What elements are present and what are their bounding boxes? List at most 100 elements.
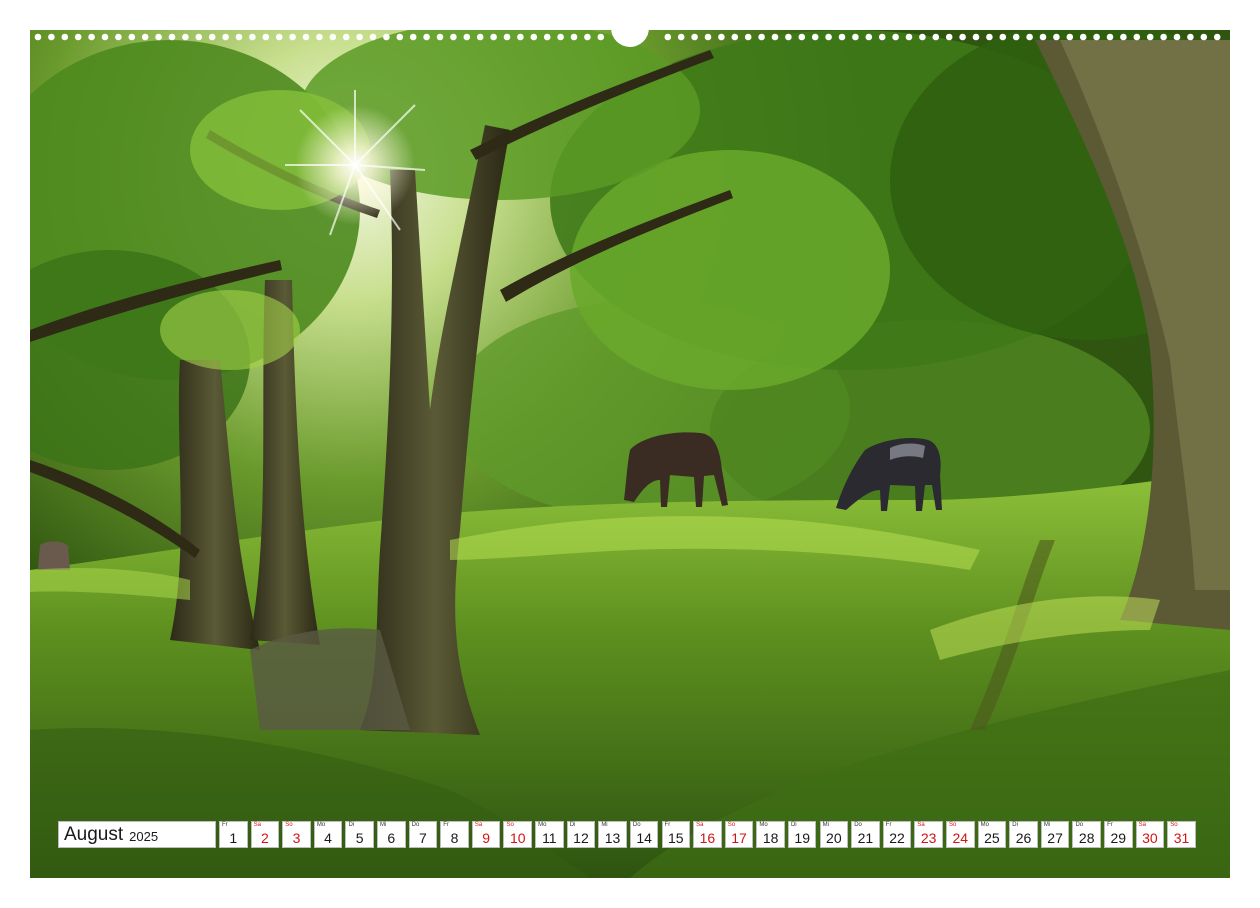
day-cell: Mi 6 <box>377 821 406 848</box>
binding-hole <box>771 33 779 41</box>
day-number: 17 <box>731 830 747 846</box>
binding-hole <box>878 33 886 41</box>
day-cell: So 3 <box>282 821 311 848</box>
weekday-label: Mo <box>538 822 547 828</box>
day-number: 24 <box>952 830 969 846</box>
binding-hole <box>691 33 698 41</box>
binding-hole <box>396 33 404 41</box>
binding-hole <box>1133 33 1141 41</box>
calendar-page: August 2025 Fr 1 Sa 2 So 3 Mo 4 Di 5 Mi 6 Do 7 Fr 8 Sa 9 S… <box>0 0 1260 908</box>
day-cell: Fr 29 <box>1104 821 1133 848</box>
binding-hole <box>503 33 511 41</box>
binding-hole <box>798 33 806 41</box>
binding-hole <box>570 33 578 41</box>
weekday-label: Sa <box>696 822 704 828</box>
binding-hole <box>476 33 484 41</box>
day-number: 15 <box>667 830 684 846</box>
binding-hole <box>758 33 765 41</box>
day-number: 18 <box>762 830 779 846</box>
binding-hole <box>517 33 524 41</box>
binding-hole <box>731 33 739 41</box>
binding-hole <box>972 33 980 41</box>
binding-hole <box>34 33 42 41</box>
binding-hole <box>905 33 913 41</box>
binding-hole <box>718 33 725 41</box>
binding-hole <box>1120 33 1127 41</box>
weekday-label: Fr <box>443 822 449 828</box>
binding-hole <box>88 33 95 41</box>
binding-hole <box>838 33 846 41</box>
weekday-label: Mo <box>759 822 768 828</box>
day-number: 19 <box>794 830 810 846</box>
binding-hole <box>195 33 203 41</box>
binding-hole <box>101 33 109 41</box>
day-cell: Sa 2 <box>250 821 280 848</box>
binding-hole <box>450 33 457 41</box>
weekday-label: Do <box>1075 822 1084 828</box>
binding-hole <box>811 33 819 41</box>
weekday-label: Do <box>854 822 862 828</box>
binding-hole <box>1200 33 1208 41</box>
weekday-label: Mi <box>380 822 387 828</box>
day-number: 26 <box>1015 830 1032 846</box>
binding-hole <box>852 33 859 41</box>
weekday-label: Fr <box>1107 822 1113 828</box>
day-number: 7 <box>419 830 427 846</box>
binding-hole <box>329 33 337 41</box>
weekday-label: So <box>506 822 514 828</box>
day-cell: Do 28 <box>1072 821 1101 848</box>
binding-hole <box>155 33 162 41</box>
binding-hole <box>584 33 591 41</box>
day-number: 2 <box>260 830 269 846</box>
binding-hole <box>168 33 176 41</box>
binding-hole <box>423 33 430 41</box>
binding-hole <box>677 33 685 41</box>
binding-hole <box>919 33 926 41</box>
day-cell: Mo 4 <box>313 821 343 848</box>
day-number: 3 <box>292 830 301 846</box>
binding-hole <box>597 33 605 41</box>
day-cell: Sa 16 <box>693 821 722 848</box>
binding-hole <box>182 33 189 41</box>
weekday-label: Fr <box>664 822 671 828</box>
day-number: 30 <box>1142 830 1158 846</box>
day-cell: Sa 30 <box>1135 821 1165 848</box>
binding-hole <box>61 33 69 41</box>
day-number: 14 <box>636 830 652 846</box>
day-number: 29 <box>1110 830 1127 846</box>
binding-hole <box>1039 33 1047 41</box>
day-number: 31 <box>1173 830 1190 846</box>
day-number: 4 <box>324 830 332 846</box>
binding-hole <box>1093 33 1100 41</box>
day-number: 21 <box>857 830 874 846</box>
binding-hole <box>409 33 417 41</box>
month-year: 2025 <box>129 829 159 844</box>
day-cell: Mi 27 <box>1040 821 1070 848</box>
day-cell: Fr 22 <box>882 821 912 848</box>
binding-hole <box>249 33 256 41</box>
day-number: 8 <box>450 830 459 846</box>
binding-hole <box>865 33 873 41</box>
binding-hole <box>369 33 377 41</box>
day-cell: Fr 15 <box>661 821 691 848</box>
weekday-label: So <box>727 822 736 828</box>
binding-hole <box>999 33 1007 41</box>
day-cell: So 31 <box>1167 821 1196 848</box>
binding-hole <box>128 33 136 41</box>
binding-hole <box>986 33 993 41</box>
weekday-label: Sa <box>253 822 261 828</box>
month-name: August <box>64 823 124 845</box>
binding-hole <box>1053 33 1060 41</box>
binding-hole <box>208 33 216 41</box>
binding-hole <box>825 33 832 41</box>
binding-hole <box>744 33 752 41</box>
weekday-label: Sa <box>917 822 925 828</box>
day-cell: Mo 25 <box>977 821 1007 848</box>
binding-hole <box>1106 33 1114 41</box>
weekday-label: Mi <box>822 822 829 828</box>
weekday-label: Fr <box>222 822 228 828</box>
binding-hole <box>1026 33 1033 41</box>
weekday-label: Fr <box>885 822 892 828</box>
weekday-label: Mi <box>1043 822 1051 828</box>
day-cell: Di 26 <box>1009 821 1038 848</box>
